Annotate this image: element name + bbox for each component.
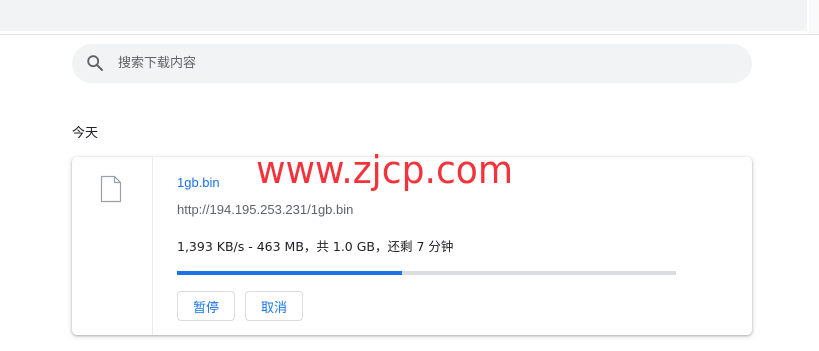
download-progress-bar bbox=[177, 271, 676, 275]
top-bar-edge bbox=[809, 0, 819, 35]
download-status: 1,393 KB/s - 463 MB，共 1.0 GB，还剩 7 分钟 bbox=[177, 239, 454, 254]
card-divider bbox=[152, 157, 153, 335]
search-icon bbox=[86, 54, 104, 72]
download-source-url: http://194.195.253.231/1gb.bin bbox=[177, 202, 354, 217]
download-progress-fill bbox=[177, 271, 402, 275]
download-card: 1gb.bin http://194.195.253.231/1gb.bin 1… bbox=[72, 157, 752, 335]
file-icon bbox=[100, 175, 122, 203]
download-file-name-link[interactable]: 1gb.bin bbox=[177, 175, 220, 190]
pause-button[interactable]: 暂停 bbox=[177, 291, 235, 321]
cancel-button[interactable]: 取消 bbox=[245, 291, 303, 321]
top-bar bbox=[0, 0, 807, 31]
section-title-today: 今天 bbox=[72, 126, 99, 141]
search-bar[interactable] bbox=[72, 44, 752, 83]
search-input[interactable] bbox=[118, 44, 718, 83]
top-bar-divider bbox=[0, 34, 819, 35]
